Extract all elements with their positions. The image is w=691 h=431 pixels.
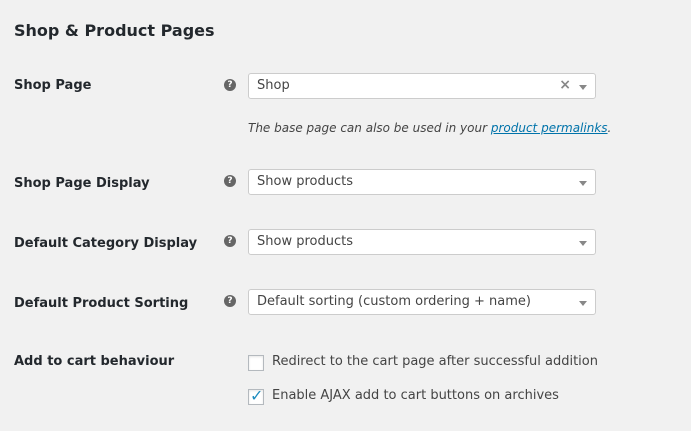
chevron-down-icon[interactable] [579, 181, 587, 186]
clear-icon[interactable]: × [559, 77, 571, 93]
default-product-sorting-select-value: Default sorting (custom ordering + name) [257, 294, 531, 309]
default-category-display-select[interactable]: Show products [248, 229, 596, 255]
help-icon[interactable]: ? [224, 295, 236, 307]
redirect-to-cart-checkbox[interactable] [248, 355, 264, 371]
description-prefix: The base page can also be used in your [248, 121, 491, 135]
shop-page-description: The base page can also be used in your p… [248, 121, 611, 135]
help-icon[interactable]: ? [224, 235, 236, 247]
redirect-to-cart-label[interactable]: Redirect to the cart page after successf… [272, 354, 598, 369]
section-title: Shop & Product Pages [14, 21, 215, 40]
default-product-sorting-select[interactable]: Default sorting (custom ordering + name) [248, 289, 596, 315]
shop-page-display-label: Shop Page Display [14, 176, 150, 191]
default-category-display-label: Default Category Display [14, 236, 198, 251]
shop-page-select[interactable]: Shop × [248, 73, 596, 99]
enable-ajax-checkbox[interactable]: ✓ [248, 386, 264, 405]
help-icon[interactable]: ? [224, 175, 236, 187]
shop-page-select-value: Shop [257, 78, 290, 93]
chevron-down-icon[interactable] [579, 85, 587, 90]
chevron-down-icon[interactable] [579, 301, 587, 306]
chevron-down-icon[interactable] [579, 241, 587, 246]
add-to-cart-behaviour-label: Add to cart behaviour [14, 354, 175, 369]
help-icon[interactable]: ? [224, 79, 236, 91]
default-category-display-select-value: Show products [257, 234, 353, 249]
shop-page-display-select-value: Show products [257, 174, 353, 189]
shop-page-display-select[interactable]: Show products [248, 169, 596, 195]
description-suffix: . [607, 121, 612, 135]
checkmark-icon: ✓ [250, 386, 264, 405]
default-product-sorting-label: Default Product Sorting [14, 296, 189, 311]
product-permalinks-link[interactable]: product permalinks [491, 121, 608, 135]
enable-ajax-label[interactable]: Enable AJAX add to cart buttons on archi… [272, 388, 559, 403]
shop-page-label: Shop Page [14, 78, 92, 93]
